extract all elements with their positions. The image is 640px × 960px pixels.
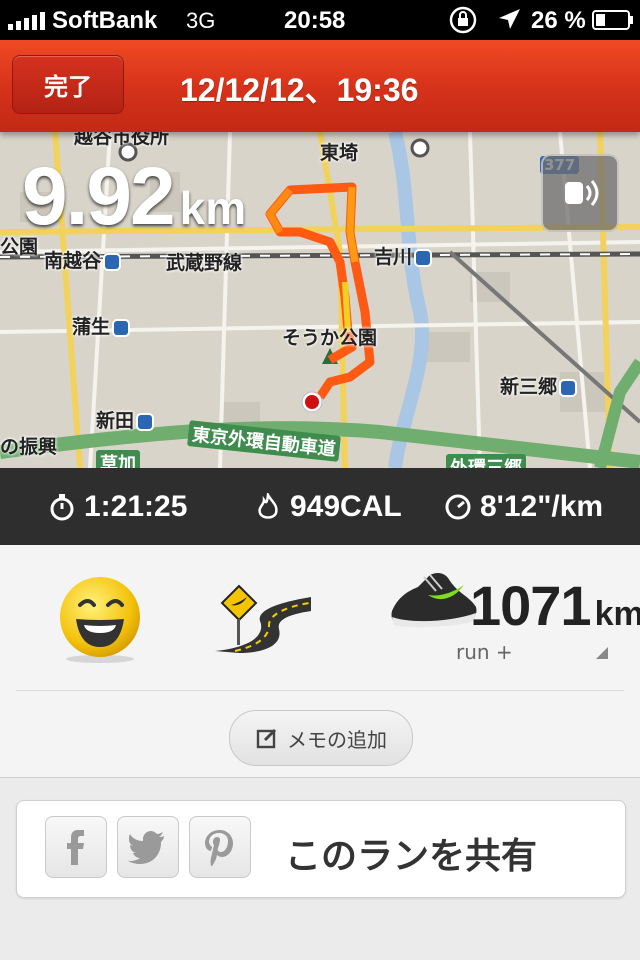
add-memo-button[interactable]: メモの追加 <box>229 710 413 766</box>
pace-value: 8'12"/km <box>480 490 604 523</box>
map-label-line: 武蔵野線 <box>166 252 243 274</box>
distance-value: 9.92 <box>22 151 176 242</box>
map-label-station: 南越谷 <box>44 246 120 273</box>
map-label: 越谷市役所 <box>74 132 170 148</box>
map-label: 東埼 <box>320 142 359 164</box>
calories-stat: 949CAL <box>254 490 402 524</box>
divider <box>16 690 624 691</box>
shoe-name[interactable]: run + <box>456 640 513 664</box>
speaker-icon <box>565 180 599 206</box>
shoe-distance: 1071 km <box>470 573 640 638</box>
run-summary-panel: 1071 km run + メモの追加 <box>0 545 640 778</box>
duration-stat: 1:21:25 <box>48 490 187 524</box>
run-stats-bar: 1:21:25 949CAL 8'12"/km <box>0 468 640 545</box>
shoe-distance-value: 1071 <box>470 574 592 637</box>
location-arrow-icon <box>499 9 520 29</box>
pinterest-icon <box>205 830 233 866</box>
map-label: の振興 <box>0 436 58 458</box>
signal-icon <box>8 12 45 30</box>
interchange-label: 草加 <box>96 450 140 468</box>
twitter-icon <box>128 831 164 864</box>
map-label-station: 吉川 <box>374 242 431 269</box>
clock: 20:58 <box>284 7 346 34</box>
map-label-station: 新田 <box>96 406 153 433</box>
facebook-icon <box>67 830 84 865</box>
map-label-station: 新三郷 <box>500 372 576 399</box>
network-type: 3G <box>186 8 216 33</box>
done-button[interactable]: 完了 <box>12 55 124 114</box>
corner-triangle-icon <box>596 647 608 659</box>
run-distance: 9.92 km <box>22 150 246 244</box>
map-label-station: 蒲生 <box>72 312 129 339</box>
facebook-share-button[interactable] <box>45 816 107 878</box>
battery-icon <box>592 10 633 30</box>
shoe-icon[interactable] <box>388 567 480 633</box>
speedometer-icon <box>445 494 471 520</box>
pinterest-share-button[interactable] <box>189 816 251 878</box>
battery-percent: 26 % <box>531 7 586 34</box>
add-memo-label: メモの追加 <box>287 727 387 752</box>
run-date-title: 12/12/12、19:36 <box>180 72 419 108</box>
share-panel[interactable]: このランを共有 <box>16 800 626 898</box>
shoe-distance-unit: km <box>594 595 640 633</box>
nav-bar: 完了 12/12/12、19:36 <box>0 40 640 132</box>
carrier-name: SoftBank <box>52 7 158 34</box>
share-run-label: このランを共有 <box>285 836 538 877</box>
interchange-label: 外環三郷 <box>446 454 526 468</box>
road-icon[interactable] <box>205 583 315 655</box>
edit-note-icon <box>256 728 277 749</box>
map-label-park: そうか公園 <box>282 327 378 349</box>
stopwatch-icon <box>50 494 74 521</box>
distance-unit: km <box>179 182 247 234</box>
duration-value: 1:21:25 <box>84 490 188 523</box>
smiley-icon[interactable] <box>56 575 144 663</box>
audio-feedback-button[interactable] <box>541 154 619 232</box>
pace-stat: 8'12"/km <box>444 490 603 524</box>
twitter-share-button[interactable] <box>117 816 179 878</box>
flame-icon <box>258 493 278 519</box>
rotation-lock-icon <box>449 6 477 34</box>
calories-value: 949CAL <box>290 490 402 523</box>
status-bar: SoftBank 3G 20:58 26 % <box>0 0 640 40</box>
